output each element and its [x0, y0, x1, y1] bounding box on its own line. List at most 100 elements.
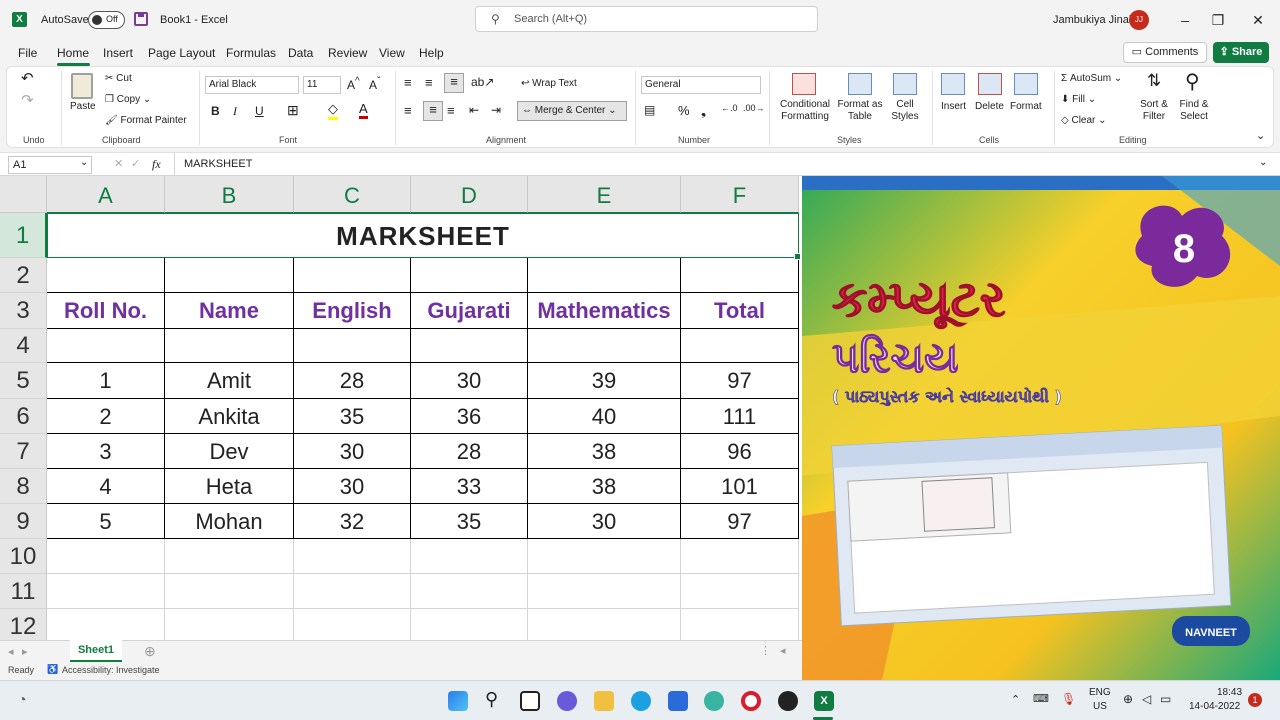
column-header-c[interactable]: C	[294, 176, 411, 213]
row-header-6[interactable]: 6	[0, 399, 47, 434]
paste-icon[interactable]	[71, 73, 93, 99]
cell-d8[interactable]: 33	[411, 469, 528, 504]
cell-e11[interactable]	[528, 574, 681, 609]
tab-insert[interactable]: Insert	[103, 46, 133, 60]
cell-b9[interactable]: Mohan	[165, 504, 294, 539]
search-input[interactable]: ⚲ Search (Alt+Q)	[475, 6, 818, 32]
delete-cells-icon[interactable]	[978, 73, 1002, 95]
row-header-12[interactable]: 12	[0, 609, 47, 640]
row-header-9[interactable]: 9	[0, 504, 47, 539]
cut-button[interactable]: ✂ Cut	[105, 73, 132, 84]
column-header-a[interactable]: A	[47, 176, 165, 213]
cell-b7[interactable]: Dev	[165, 434, 294, 469]
decrease-indent-icon[interactable]: ⇤	[469, 103, 479, 117]
cell-b12[interactable]	[165, 609, 294, 640]
tab-formulas[interactable]: Formulas	[226, 46, 276, 60]
cell-d9[interactable]: 35	[411, 504, 528, 539]
cell-c2[interactable]	[294, 258, 411, 293]
clock-time[interactable]: 18:43	[1217, 687, 1242, 698]
excel-taskbar-icon[interactable]: X	[814, 691, 834, 711]
insert-cells-icon[interactable]	[941, 73, 965, 95]
find-select-button[interactable]: Find & Select	[1175, 99, 1213, 123]
row-header-8[interactable]: 8	[0, 469, 47, 504]
namebox-dropdown-icon[interactable]: ⌄	[80, 157, 88, 168]
cell-c4[interactable]	[294, 329, 411, 363]
cell-c10[interactable]	[294, 539, 411, 574]
next-sheet-icon[interactable]: ▸	[22, 645, 28, 658]
font-size-select[interactable]: 11	[303, 76, 341, 94]
cell-a12[interactable]	[47, 609, 165, 640]
more-options-icon[interactable]: ⋮	[760, 644, 771, 657]
align-top-icon[interactable]: ≡	[404, 75, 412, 90]
share-button[interactable]: ⇪ Share	[1213, 42, 1269, 63]
cell-d6[interactable]: 36	[411, 399, 528, 434]
cell-b8[interactable]: Heta	[165, 469, 294, 504]
row-header-2[interactable]: 2	[0, 258, 47, 293]
find-select-icon[interactable]: ⚲	[1185, 69, 1200, 94]
bold-icon[interactable]: B	[211, 104, 220, 118]
battery-icon[interactable]: ▭	[1160, 692, 1171, 706]
cell-f2[interactable]	[681, 258, 799, 293]
cell-f8[interactable]: 101	[681, 469, 799, 504]
comments-button[interactable]: ▭ Comments	[1123, 42, 1207, 63]
row-header-10[interactable]: 10	[0, 539, 47, 574]
align-middle-icon[interactable]: ≡	[425, 75, 433, 90]
cell-f4[interactable]	[681, 329, 799, 363]
currency-icon[interactable]: ▤	[644, 103, 655, 117]
format-as-table-button[interactable]: Format as Table	[835, 99, 885, 123]
increase-indent-icon[interactable]: ⇥	[491, 103, 501, 117]
fill-color-icon[interactable]: ◇	[328, 101, 338, 120]
cell-e4[interactable]	[528, 329, 681, 363]
cell-f6[interactable]: 111	[681, 399, 799, 434]
maps-icon[interactable]	[704, 691, 724, 711]
row-header-5[interactable]: 5	[0, 363, 47, 399]
collapse-ribbon-icon[interactable]: ⌄	[1256, 129, 1265, 142]
opera-icon[interactable]	[741, 691, 761, 711]
select-all-button[interactable]	[0, 176, 47, 213]
copy-button[interactable]: ❐ Copy ⌄	[105, 94, 151, 105]
header-cell-a3[interactable]: Roll No.	[47, 293, 165, 329]
keyboard-icon[interactable]: ⌨	[1033, 692, 1049, 705]
cell-b6[interactable]: Ankita	[165, 399, 294, 434]
accessibility-status[interactable]: Accessibility: Investigate	[62, 665, 160, 675]
cell-e12[interactable]	[528, 609, 681, 640]
insert-cells-button[interactable]: Insert	[941, 101, 966, 112]
format-cells-button[interactable]: Format	[1010, 101, 1042, 112]
cell-a11[interactable]	[47, 574, 165, 609]
cancel-icon[interactable]: ✕	[114, 157, 123, 170]
cell-b2[interactable]	[165, 258, 294, 293]
cell-f11[interactable]	[681, 574, 799, 609]
restore-icon[interactable]: ❐	[1203, 8, 1233, 32]
header-cell-b3[interactable]: Name	[165, 293, 294, 329]
align-bottom-icon[interactable]: ≡	[444, 73, 464, 93]
sort-filter-button[interactable]: Sort & Filter	[1137, 99, 1171, 123]
autosum-button[interactable]: Σ AutoSum ⌄	[1061, 73, 1122, 84]
cell-d7[interactable]: 28	[411, 434, 528, 469]
merge-center-button[interactable]: ⇔ Merge & Center ⌄	[517, 101, 627, 121]
user-name[interactable]: Jambukiya Jinal	[1053, 14, 1131, 26]
cell-b10[interactable]	[165, 539, 294, 574]
search-icon[interactable]: ⚲	[485, 689, 498, 710]
close-icon[interactable]: ✕	[1243, 8, 1273, 32]
insert-function-icon[interactable]: fx	[152, 157, 161, 172]
decrease-decimal-icon[interactable]: .00→	[743, 103, 765, 113]
tab-file[interactable]: File	[18, 46, 37, 60]
cell-c11[interactable]	[294, 574, 411, 609]
cell-f9[interactable]: 97	[681, 504, 799, 539]
cell-e5[interactable]: 39	[528, 363, 681, 399]
sort-filter-icon[interactable]: ⇅	[1147, 71, 1161, 91]
align-center-icon[interactable]: ≡	[423, 101, 443, 121]
cell-d4[interactable]	[411, 329, 528, 363]
cell-a2[interactable]	[47, 258, 165, 293]
delete-cells-button[interactable]: Delete	[975, 101, 1004, 112]
cell-b11[interactable]	[165, 574, 294, 609]
header-cell-c3[interactable]: English	[294, 293, 411, 329]
format-painter-button[interactable]: 🖌 Format Painter	[105, 115, 187, 126]
add-sheet-icon[interactable]: ⊕	[144, 643, 156, 660]
spreadsheet-grid[interactable]: ABCDEF 1 2 3 4 5 6 7 8 9 10 11 12 Roll No. Name Engli…	[0, 176, 802, 640]
enter-icon[interactable]: ✓	[131, 157, 140, 170]
cell-c6[interactable]: 35	[294, 399, 411, 434]
tab-review[interactable]: Review	[328, 46, 367, 60]
cell-e7[interactable]: 38	[528, 434, 681, 469]
volume-icon[interactable]: ◁	[1142, 692, 1151, 706]
